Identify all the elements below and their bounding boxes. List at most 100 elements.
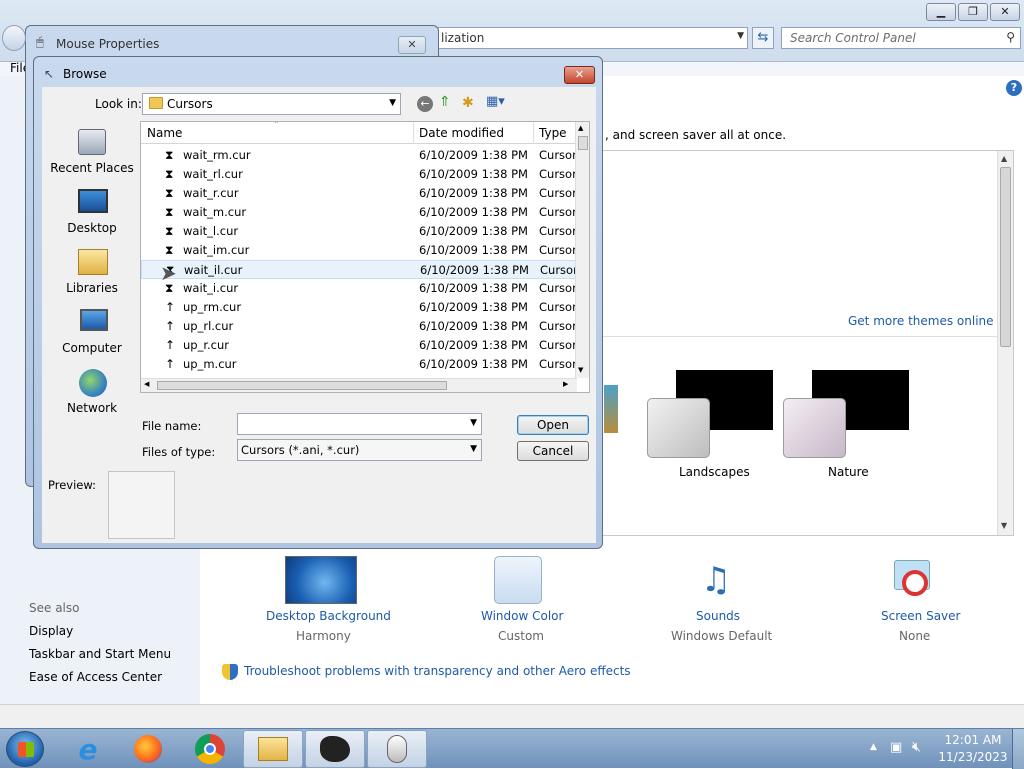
theme-tile-landscapes[interactable] [647, 398, 710, 458]
screen-saver-link[interactable]: Screen Saver [881, 609, 960, 623]
column-type[interactable]: Type [539, 126, 567, 140]
chevron-down-icon[interactable]: ▼ [470, 444, 477, 454]
chevron-down-icon[interactable]: ▼ [389, 98, 396, 108]
show-hidden-icons[interactable]: ▲ [870, 742, 877, 752]
taskbar-firefox[interactable] [118, 730, 178, 768]
file-list[interactable]: Name ⌃ Date modified Type ⧗ wait_rm.cur 6/… [140, 121, 590, 393]
search-icon[interactable]: ⚲ [1006, 30, 1015, 44]
up-arrow-cursor-icon: ↑ [165, 357, 176, 371]
clock-date[interactable]: 11/23/2023 [938, 750, 1008, 764]
taskbar-explorer[interactable] [243, 730, 303, 768]
search-input[interactable]: Search Control Panel ⚲ [781, 27, 1021, 49]
taskbar-mouse-properties[interactable] [367, 730, 427, 768]
personalization-icon [320, 736, 350, 762]
column-divider[interactable] [533, 122, 534, 144]
scroll-left-icon[interactable]: ◀ [144, 380, 149, 388]
theme-name-nature[interactable]: Nature [828, 465, 869, 479]
network-status-icon[interactable]: ▣ [890, 740, 902, 755]
scroll-down-icon[interactable]: ▼ [1001, 521, 1007, 530]
scroll-up-icon[interactable]: ▲ [1001, 154, 1007, 163]
list-item[interactable]: ⧗ wait_im.cur 6/10/2009 1:38 PM Cursor [141, 241, 581, 260]
files-of-type-select[interactable]: Cursors (*.ani, *.cur) ▼ [237, 439, 482, 461]
open-button[interactable]: Open [517, 415, 589, 435]
file-list-hscroll[interactable]: ◀ ▶ [141, 378, 577, 392]
place-libraries[interactable]: Libraries [48, 243, 136, 303]
back-arrow-icon[interactable]: ← [417, 96, 433, 112]
view-menu-icon[interactable]: ▦▾ [486, 94, 505, 109]
windows-logo-icon [18, 742, 34, 757]
list-item[interactable]: ⧗ wait_l.cur 6/10/2009 1:38 PM Cursor [141, 222, 581, 241]
cancel-button[interactable]: Cancel [517, 441, 589, 461]
look-in-select[interactable]: Cursors ▼ [142, 93, 401, 115]
list-item[interactable]: ⧗ wait_r.cur 6/10/2009 1:38 PM Cursor [141, 184, 581, 203]
scroll-right-icon[interactable]: ▶ [563, 380, 568, 388]
list-item[interactable]: ↑ up_m.cur 6/10/2009 1:38 PM Cursor [141, 355, 581, 374]
mouse-icon [387, 735, 407, 763]
chevron-down-icon[interactable]: ▼ [737, 31, 744, 41]
desktop-background-link[interactable]: Desktop Background [266, 609, 391, 623]
themes-scrollbar[interactable]: ▲ ▼ [997, 151, 1013, 535]
taskbar-personalization[interactable] [305, 730, 365, 768]
mouse-properties-close-button[interactable]: ✕ [398, 36, 426, 54]
see-also-taskbar-link[interactable]: Taskbar and Start Menu [29, 647, 171, 661]
start-button[interactable] [6, 731, 44, 767]
close-window-button[interactable]: ✕ [990, 3, 1020, 21]
chevron-down-icon[interactable]: ▼ [470, 418, 477, 428]
help-icon[interactable]: ? [1006, 80, 1022, 96]
file-type: Cursor [539, 167, 577, 181]
hscroll-thumb[interactable] [157, 381, 447, 390]
sounds-icon[interactable]: ♫ [692, 556, 740, 604]
taskbar-chrome[interactable] [180, 730, 240, 768]
address-bar[interactable]: lization ▼ [436, 27, 748, 49]
list-item[interactable]: ↑ up_rl.cur 6/10/2009 1:38 PM Cursor [141, 317, 581, 336]
show-desktop-button[interactable] [1012, 729, 1024, 769]
column-divider[interactable] [413, 122, 414, 144]
file-list-vscroll[interactable]: ▲ ▼ [575, 122, 589, 378]
file-name: wait_il.cur [184, 263, 243, 277]
up-folder-icon[interactable]: ⇑ [439, 94, 451, 110]
list-item[interactable]: ⧗ wait_il.cur 6/10/2009 1:38 PM Cursor [141, 260, 581, 279]
sounds-link[interactable]: Sounds [696, 609, 740, 623]
list-item[interactable]: ↑ up_rm.cur 6/10/2009 1:38 PM Cursor [141, 298, 581, 317]
desktop-background-thumbnail[interactable] [285, 556, 357, 604]
list-item[interactable]: ⧗ wait_rl.cur 6/10/2009 1:38 PM Cursor [141, 165, 581, 184]
list-header: Name ⌃ Date modified Type [141, 122, 577, 144]
see-also-ease-of-access-link[interactable]: Ease of Access Center [29, 670, 162, 684]
see-also-display-link[interactable]: Display [29, 624, 73, 638]
up-arrow-cursor-icon: ↑ [165, 338, 176, 352]
list-item[interactable]: ⧗ wait_rm.cur 6/10/2009 1:38 PM Cursor [141, 146, 581, 165]
scroll-up-icon[interactable]: ▲ [578, 124, 583, 132]
place-desktop[interactable]: Desktop [48, 183, 136, 243]
list-item[interactable]: ⧗ wait_m.cur 6/10/2009 1:38 PM Cursor [141, 203, 581, 222]
column-date[interactable]: Date modified [419, 126, 504, 140]
place-network[interactable]: Network [48, 363, 136, 423]
scroll-thumb[interactable] [1000, 167, 1011, 347]
screen-saver-icon[interactable] [890, 556, 938, 604]
taskbar-ie[interactable]: e [58, 730, 118, 768]
volume-muted-icon[interactable]: 🔇︎ [912, 739, 921, 755]
scroll-thumb[interactable] [578, 136, 588, 150]
back-button[interactable] [2, 25, 26, 51]
place-computer[interactable]: Computer [48, 303, 136, 363]
file-name-input[interactable]: ▼ [237, 413, 482, 435]
theme-tile-nature[interactable] [783, 398, 846, 458]
list-item[interactable]: ↑ up_r.cur 6/10/2009 1:38 PM Cursor [141, 336, 581, 355]
scroll-down-icon[interactable]: ▼ [578, 366, 583, 374]
new-folder-icon[interactable]: ✱ [462, 95, 474, 111]
window-color-link[interactable]: Window Color [481, 609, 563, 623]
troubleshoot-link[interactable]: Troubleshoot problems with transparency … [244, 664, 631, 678]
minimize-button[interactable]: ▁ [926, 3, 956, 21]
list-item[interactable]: ⧗ wait_i.cur 6/10/2009 1:38 PM Cursor [141, 279, 581, 298]
window-color-thumbnail[interactable] [494, 556, 542, 604]
place-recent-places[interactable]: Recent Places [48, 123, 136, 183]
maximize-button[interactable]: ❐ [958, 3, 988, 21]
file-name: up_m.cur [183, 357, 237, 371]
get-more-themes-link[interactable]: Get more themes online [848, 314, 994, 328]
clock-time[interactable]: 12:01 AM [938, 733, 1008, 747]
column-name[interactable]: Name [147, 126, 182, 140]
file-type: Cursor [539, 148, 577, 162]
refresh-icon[interactable]: ⇆ [752, 27, 774, 49]
theme-name-landscapes[interactable]: Landscapes [679, 465, 750, 479]
internet-explorer-icon: e [78, 732, 98, 766]
browse-close-button[interactable]: ✕ [564, 66, 595, 84]
